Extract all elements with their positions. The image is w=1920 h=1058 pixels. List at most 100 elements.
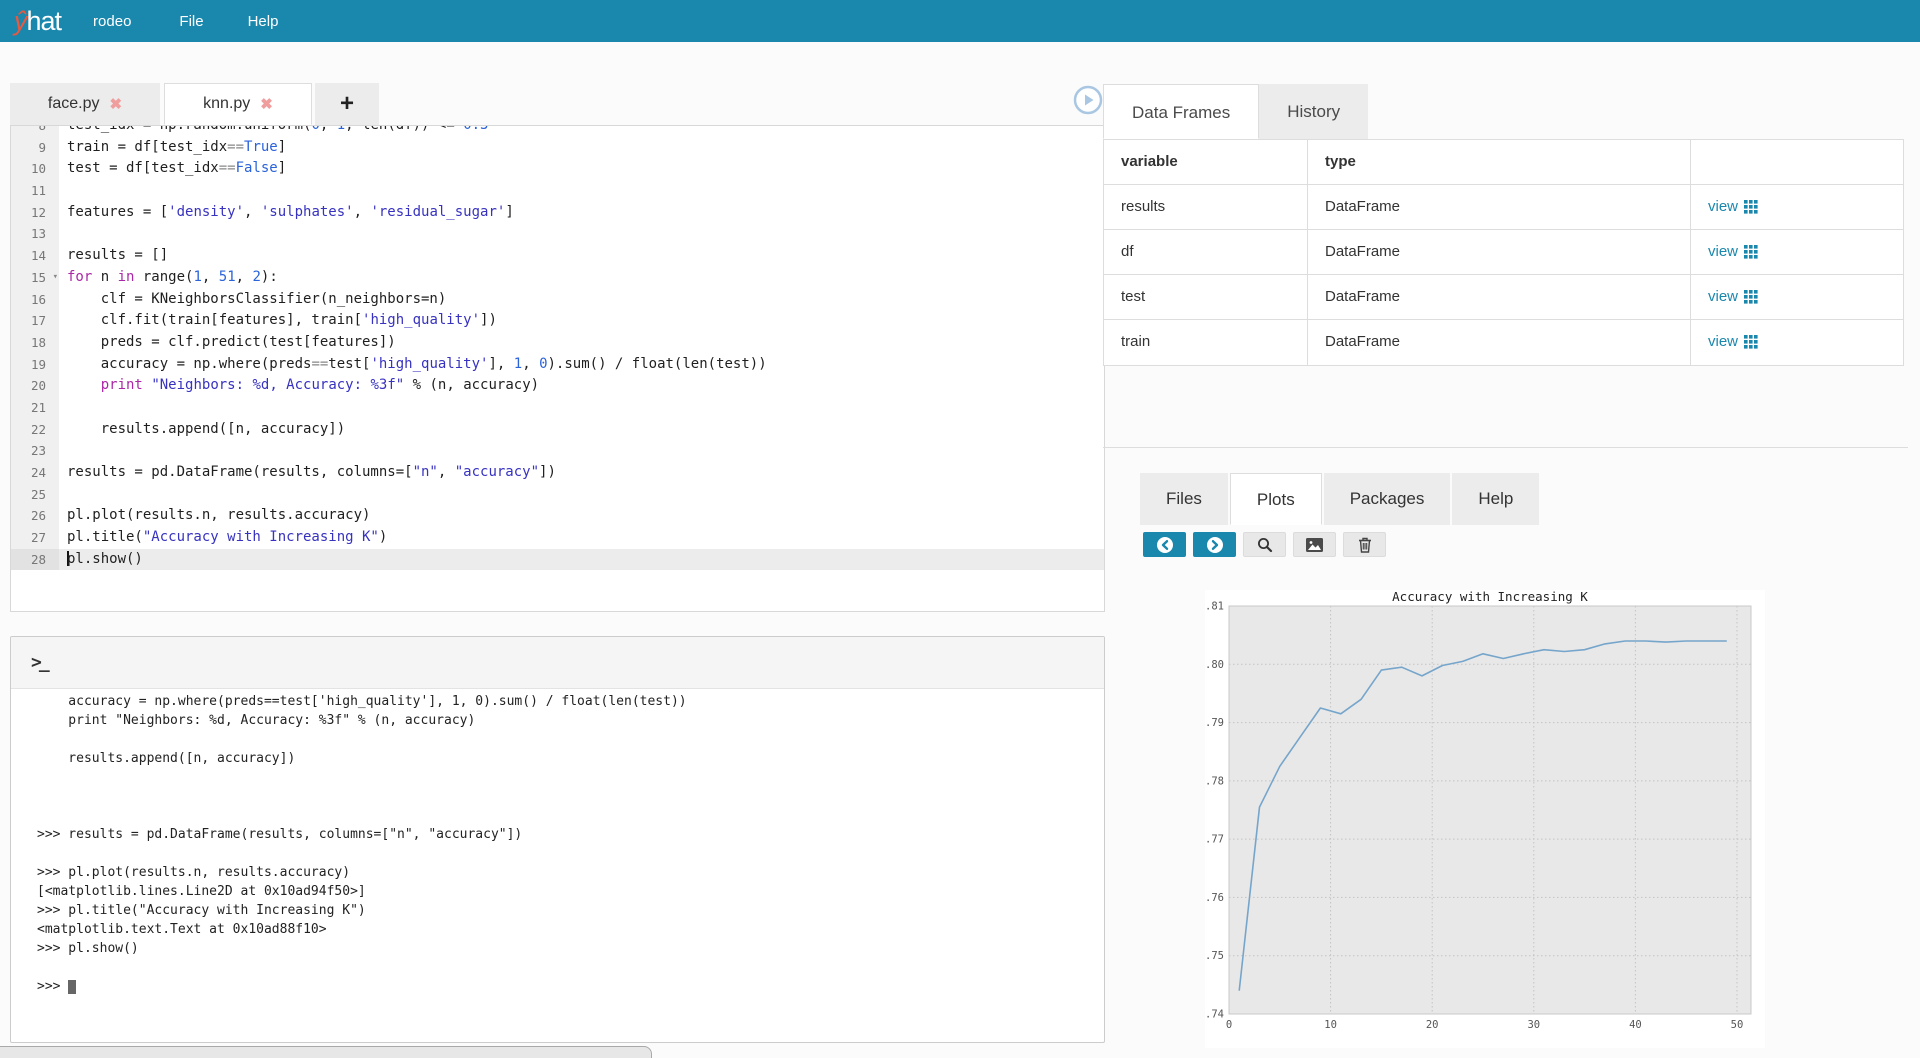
line-number: 20 [11, 375, 59, 397]
view-dataframe-link[interactable]: view [1708, 275, 1758, 319]
tab-data-frames[interactable]: Data Frames [1103, 84, 1259, 139]
code-text: pl.title("Accuracy with Increasing K") [59, 527, 1104, 549]
code-text: train = df[test_idx==True] [59, 137, 1104, 159]
line-number: 10 [11, 158, 59, 180]
export-plot-button[interactable] [1293, 532, 1336, 557]
code-text [59, 440, 1104, 462]
tab-plots[interactable]: Plots [1230, 473, 1322, 525]
code-line-17[interactable]: 17 clf.fit(train[features], train['high_… [11, 310, 1104, 332]
grid-icon [1744, 290, 1758, 304]
zoom-plot-button[interactable] [1243, 532, 1286, 557]
line-number: 13 [11, 223, 59, 245]
code-line-23[interactable]: 23 [11, 440, 1104, 462]
run-script-button[interactable] [1072, 84, 1104, 116]
console-line-9: >>> pl.plot(results.n, results.accuracy) [37, 863, 1104, 882]
code-editor[interactable]: 8test_idx = np.random.uniform(0, 1, len(… [10, 125, 1105, 612]
tab-history[interactable]: History [1259, 84, 1368, 139]
code-line-21[interactable]: 21 [11, 397, 1104, 419]
console-line-13: >>> pl.show() [37, 939, 1104, 958]
code-line-20[interactable]: 20 print "Neighbors: %d, Accuracy: %3f" … [11, 375, 1104, 397]
view-dataframe-link[interactable]: view [1708, 230, 1758, 274]
console-line-14 [37, 958, 1104, 977]
svg-text:10: 10 [1324, 1019, 1337, 1031]
close-tab-icon[interactable]: ✖ [110, 95, 123, 113]
code-line-24[interactable]: 24results = pd.DataFrame(results, column… [11, 462, 1104, 484]
code-line-19[interactable]: 19 accuracy = np.where(preds==test['high… [11, 354, 1104, 376]
tab-face-py[interactable]: face.py ✖ [10, 83, 160, 125]
code-line-25[interactable]: 25 [11, 484, 1104, 506]
code-line-22[interactable]: 22 results.append([n, accuracy]) [11, 419, 1104, 441]
code-text [59, 484, 1104, 506]
console-line-11: >>> pl.title("Accuracy with Increasing K… [37, 901, 1104, 920]
new-tab-button[interactable]: + [315, 83, 379, 125]
svg-text:30: 30 [1527, 1019, 1540, 1031]
console-line-12: <matplotlib.text.Text at 0x10ad88f10> [37, 920, 1104, 939]
code-line-14[interactable]: 14results = [] [11, 245, 1104, 267]
tab-label: face.py [48, 95, 100, 113]
plot-figure-svg: 0.740.750.760.770.780.790.800.8101020304… [1205, 590, 1765, 1048]
code-line-8[interactable]: 8test_idx = np.random.uniform(0, 1, len(… [11, 125, 1104, 137]
code-line-12[interactable]: 12features = ['density', 'sulphates', 'r… [11, 202, 1104, 224]
plus-icon: + [340, 90, 354, 118]
line-number: 9 [11, 137, 59, 159]
code-line-27[interactable]: 27pl.title("Accuracy with Increasing K") [11, 527, 1104, 549]
tab-knn-py[interactable]: knn.py ✖ [164, 83, 312, 125]
console-line-8 [37, 844, 1104, 863]
code-line-13[interactable]: 13 [11, 223, 1104, 245]
code-line-9[interactable]: 9train = df[test_idx==True] [11, 137, 1104, 159]
code-text: print "Neighbors: %d, Accuracy: %3f" % (… [59, 375, 1104, 397]
tab-packages[interactable]: Packages [1324, 473, 1451, 525]
close-tab-icon[interactable]: ✖ [260, 95, 273, 113]
plots-tab-bar: FilesPlotsPackagesHelp [1140, 473, 1541, 525]
console-line-5 [37, 787, 1104, 806]
next-plot-button[interactable] [1193, 532, 1236, 557]
code-text: results.append([n, accuracy]) [59, 419, 1104, 441]
code-line-10[interactable]: 10test = df[test_idx==False] [11, 158, 1104, 180]
line-number: 26 [11, 505, 59, 527]
grid-icon [1744, 335, 1758, 349]
table-row-df: dfDataFrameview [1104, 230, 1903, 275]
terminal-prompt-icon: >_ [31, 652, 47, 673]
console-output[interactable]: accuracy = np.where(preds==test['high_qu… [11, 689, 1104, 1042]
menu-rodeo[interactable]: rodeo [93, 13, 131, 30]
code-text: test = df[test_idx==False] [59, 158, 1104, 180]
previous-plot-button[interactable] [1143, 532, 1186, 557]
console-line-10: [<matplotlib.lines.Line2D at 0x10ad94f50… [37, 882, 1104, 901]
code-line-26[interactable]: 26pl.plot(results.n, results.accuracy) [11, 505, 1104, 527]
menu-help[interactable]: Help [248, 13, 279, 30]
line-number: 15▾ [11, 267, 59, 289]
menu-file[interactable]: File [179, 13, 203, 30]
cell-actions: view [1691, 230, 1903, 274]
grid-icon [1744, 200, 1758, 214]
logo-accent-letter: ŷ [14, 6, 27, 36]
code-line-16[interactable]: 16 clf = KNeighborsClassifier(n_neighbor… [11, 289, 1104, 311]
view-dataframe-link[interactable]: view [1708, 320, 1758, 364]
yhat-logo: ŷhat [14, 6, 61, 37]
table-row-train: trainDataFrameview [1104, 320, 1903, 365]
svg-text:0: 0 [1226, 1019, 1232, 1031]
code-text [59, 180, 1104, 202]
code-line-28[interactable]: 28pl.show() [11, 549, 1104, 571]
tab-files[interactable]: Files [1140, 473, 1228, 525]
view-dataframe-link[interactable]: view [1708, 185, 1758, 229]
grid-icon [1744, 245, 1758, 259]
code-line-15[interactable]: 15▾for n in range(1, 51, 2): [11, 267, 1104, 289]
code-line-11[interactable]: 11 [11, 180, 1104, 202]
editor-code-lines: 8test_idx = np.random.uniform(0, 1, len(… [11, 125, 1104, 570]
console-panel: >_ accuracy = np.where(preds==test['high… [10, 636, 1105, 1043]
code-line-18[interactable]: 18 preds = clf.predict(test[features]) [11, 332, 1104, 354]
play-icon [1072, 84, 1104, 116]
line-number: 19 [11, 354, 59, 376]
cell-variable: results [1104, 185, 1308, 229]
tab-help[interactable]: Help [1452, 473, 1539, 525]
code-text: clf = KNeighborsClassifier(n_neighbors=n… [59, 289, 1104, 311]
line-number: 11 [11, 180, 59, 202]
delete-plot-button[interactable] [1343, 532, 1386, 557]
svg-text:40: 40 [1629, 1019, 1642, 1031]
code-text: clf.fit(train[features], train['high_qua… [59, 310, 1104, 332]
console-lines: accuracy = np.where(preds==test['high_qu… [37, 692, 1104, 996]
fold-marker-icon[interactable]: ▾ [53, 267, 58, 289]
code-text: accuracy = np.where(preds==test['high_qu… [59, 354, 1104, 376]
code-text: features = ['density', 'sulphates', 'res… [59, 202, 1104, 224]
table-row-results: resultsDataFrameview [1104, 185, 1903, 230]
